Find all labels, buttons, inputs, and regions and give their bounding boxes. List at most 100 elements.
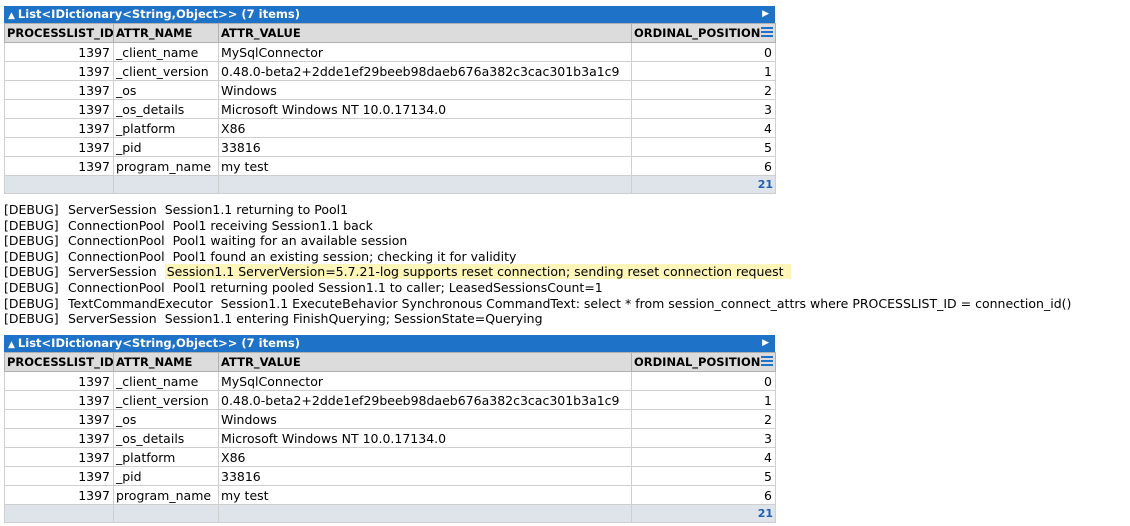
column-header-attr-value[interactable]: ATTR_VALUE <box>218 23 632 43</box>
log-source: ServerSession <box>68 264 157 280</box>
log-source: ConnectionPool <box>68 233 165 249</box>
log-source: ConnectionPool <box>68 217 165 233</box>
cell-attr-value: Windows <box>218 409 632 429</box>
table-row[interactable]: 1397 _os_details Microsoft Windows NT 10.0… <box>4 99 776 119</box>
log-message: Pool1 returning pooled Session1.1 to cal… <box>172 279 603 295</box>
log-line: [DEBUG] ConnectionPool Pool1 found an exis… <box>4 249 1128 265</box>
cell-attr-name: program_name <box>113 156 219 176</box>
log-line: [DEBUG] ServerSession Session1.1 returning… <box>4 202 1128 218</box>
table-row[interactable]: 1397 _client_version 0.48.0-beta2+2dde1ef2… <box>4 61 776 81</box>
cell-attr-name: _os_details <box>113 428 219 448</box>
log-source: TextCommandExecutor <box>68 295 213 311</box>
cell-processlist-id: 1397 <box>4 118 114 138</box>
cell-processlist-id: 1397 <box>4 466 114 486</box>
cell-attr-value: Microsoft Windows NT 10.0.17134.0 <box>218 99 632 119</box>
log-level: [DEBUG] <box>4 217 59 233</box>
log-source: ServerSession <box>68 202 157 217</box>
log-message: Session1.1 entering FinishQuerying; Sess… <box>164 311 543 327</box>
table-row[interactable]: 1397 _os_details Microsoft Windows NT 10.0… <box>4 428 776 448</box>
cell-ordinal-position: 2 <box>631 80 776 100</box>
table-row[interactable]: 1397 _pid 33816 5 <box>4 466 776 486</box>
table-row[interactable]: 1397 _client_version 0.48.0-beta2+2dde1ef2… <box>4 390 776 410</box>
log-line: [DEBUG] ConnectionPool Pool1 receiving Ses… <box>4 218 1128 234</box>
footer-empty-cell <box>113 175 219 194</box>
cell-attr-name: _client_version <box>113 390 219 410</box>
column-header-attr-name[interactable]: ATTR_NAME <box>113 23 219 43</box>
cell-processlist-id: 1397 <box>4 485 114 505</box>
column-header-attr-name[interactable]: ATTR_NAME <box>113 352 219 372</box>
column-header-ordinal-position[interactable]: ORDINAL_POSITION <box>631 352 776 372</box>
log-line: [DEBUG] TextCommandExecutor Session1.1 Exe… <box>4 296 1128 312</box>
footer-empty-cell <box>218 504 632 523</box>
cell-processlist-id: 1397 <box>4 409 114 429</box>
cell-ordinal-position: 4 <box>631 447 776 467</box>
table-row[interactable]: 1397 _pid 33816 5 <box>4 137 776 157</box>
column-header-ordinal-position-label: ORDINAL_POSITION <box>634 355 761 369</box>
log-message: Pool1 waiting for an available session <box>172 233 408 249</box>
grid-2-title: List<IDictionary<String,Object>> (7 item… <box>17 336 300 350</box>
log-source: ConnectionPool <box>68 248 165 264</box>
cell-attr-name: _client_version <box>113 61 219 81</box>
log-message-highlighted: Session1.1 ServerVersion=5.7.21-log supp… <box>164 264 792 280</box>
footer-empty-cell <box>113 504 219 523</box>
log-level: [DEBUG] <box>4 202 59 217</box>
cell-attr-value: MySqlConnector <box>218 42 632 62</box>
cell-attr-value: my test <box>218 485 632 505</box>
table-row[interactable]: 1397 _platform X86 4 <box>4 118 776 138</box>
grid-2-table: PROCESSLIST_ID ATTR_NAME ATTR_VALUE ORDI… <box>4 352 776 523</box>
expand-right-icon[interactable]: ▶ <box>762 6 769 23</box>
cell-attr-name: _client_name <box>113 42 219 62</box>
cell-ordinal-position: 5 <box>631 466 776 486</box>
grid-2-header[interactable]: ▲ List<IDictionary<String,Object>> (7 ite… <box>4 335 775 352</box>
table-row[interactable]: 1397 _platform X86 4 <box>4 447 776 467</box>
log-level: [DEBUG] <box>4 295 59 311</box>
column-header-ordinal-position[interactable]: ORDINAL_POSITION <box>631 23 776 43</box>
cell-attr-value: X86 <box>218 447 632 467</box>
footer-total: 21 <box>631 175 776 194</box>
log-message: Pool1 found an existing session; checkin… <box>172 248 517 264</box>
cell-ordinal-position: 1 <box>631 390 776 410</box>
cell-ordinal-position: 6 <box>631 485 776 505</box>
cell-ordinal-position: 3 <box>631 99 776 119</box>
log-message: Session1.1 ExecuteBehavior Synchronous C… <box>220 295 1072 311</box>
grid-1-table: PROCESSLIST_ID ATTR_NAME ATTR_VALUE ORDI… <box>4 23 776 194</box>
cell-ordinal-position: 6 <box>631 156 776 176</box>
cell-attr-value: Microsoft Windows NT 10.0.17134.0 <box>218 428 632 448</box>
table-row[interactable]: 1397 _os Windows 2 <box>4 80 776 100</box>
collapse-icon[interactable]: ▲ <box>8 11 15 21</box>
table-row[interactable]: 1397 program_name my test 6 <box>4 156 776 176</box>
cell-ordinal-position: 3 <box>631 428 776 448</box>
menu-icon[interactable] <box>761 27 773 38</box>
log-level: [DEBUG] <box>4 248 59 264</box>
cell-attr-name: _os <box>113 80 219 100</box>
log-source: ConnectionPool <box>68 279 165 295</box>
log-message: Session1.1 returning to Pool1 <box>164 202 349 217</box>
log-line: [DEBUG] ConnectionPool Pool1 waiting for a… <box>4 233 1128 249</box>
table-row[interactable]: 1397 _client_name MySqlConnector 0 <box>4 371 776 391</box>
cell-ordinal-position: 0 <box>631 42 776 62</box>
cell-processlist-id: 1397 <box>4 447 114 467</box>
column-header-processlist-id[interactable]: PROCESSLIST_ID <box>4 23 114 43</box>
table-row[interactable]: 1397 _os Windows 2 <box>4 409 776 429</box>
grid-1-header[interactable]: ▲ List<IDictionary<String,Object>> (7 ite… <box>4 6 775 23</box>
expand-right-icon[interactable]: ▶ <box>762 335 769 352</box>
menu-icon[interactable] <box>761 356 773 367</box>
log-line: [DEBUG] ServerSession Session1.1 entering … <box>4 311 1128 327</box>
cell-processlist-id: 1397 <box>4 137 114 157</box>
cell-attr-value: MySqlConnector <box>218 371 632 391</box>
log-source: ServerSession <box>68 311 157 327</box>
collapse-icon[interactable]: ▲ <box>8 340 15 350</box>
cell-attr-value: 0.48.0-beta2+2dde1ef29beeb98daeb676a382c… <box>218 390 632 410</box>
column-header-processlist-id[interactable]: PROCESSLIST_ID <box>4 352 114 372</box>
table-row[interactable]: 1397 program_name my test 6 <box>4 485 776 505</box>
cell-attr-name: _os_details <box>113 99 219 119</box>
cell-processlist-id: 1397 <box>4 99 114 119</box>
cell-ordinal-position: 0 <box>631 371 776 391</box>
table-row[interactable]: 1397 _client_name MySqlConnector 0 <box>4 42 776 62</box>
cell-attr-name: _os <box>113 409 219 429</box>
result-grid-2: ▲ List<IDictionary<String,Object>> (7 ite… <box>4 335 776 523</box>
cell-attr-name: _pid <box>113 466 219 486</box>
debug-log: [DEBUG] ServerSession Session1.1 returning… <box>4 202 1128 327</box>
footer-empty-cell <box>4 175 114 194</box>
column-header-attr-value[interactable]: ATTR_VALUE <box>218 352 632 372</box>
